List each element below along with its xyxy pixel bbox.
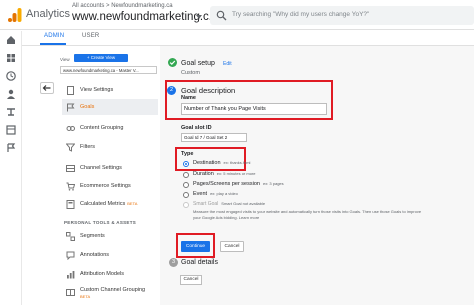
nav-label-filters: Filters [80,144,95,150]
radio-smart-goal [183,202,189,208]
nav-label-content-grouping: Content Grouping [80,125,124,131]
personal-tools-header: PERSONAL TOOLS & ASSETS [64,220,137,225]
view-selector[interactable]: www.newfoundmarketing.ca - Master V... [60,66,157,74]
nav-item-annotations[interactable] [62,247,158,263]
calculator-icon [66,200,75,209]
name-label: Name [181,95,196,101]
back-button[interactable] [40,82,54,94]
type-destination-label: Destination ex: thanks.html [193,160,251,166]
nav-label-attribution-models: Attribution Models [80,271,125,277]
nav-label-channel-settings: Channel Settings [80,165,122,171]
nav-label-custom-channel-grouping: Custom Channel Grouping [80,287,146,293]
page-icon [66,86,75,95]
search-icon [216,10,227,21]
clock-icon[interactable] [5,70,17,82]
smart-goal-label: Smart Goal Smart Goal not available [193,201,266,207]
account-breadcrumb[interactable]: All accounts > Newfoundmarketing.ca [72,3,173,9]
conversions-icon[interactable] [5,142,17,154]
beta-badge: BETA [127,201,138,206]
smart-goal-description-2: your Google Ads bidding. Learn more [193,215,260,220]
goal-setup-edit-link[interactable]: Edit [223,61,232,67]
goal-setup-title: Goal setup [181,60,215,67]
nav-label-segments: Segments [80,233,105,239]
smart-goal-description: Measure the most engaged visits to your … [193,209,422,214]
nav-label-view-settings: View Settings [80,87,114,93]
nav-label-calculated-metrics: Calculated Metrics BETA [80,201,138,207]
cart-icon [66,182,75,191]
step-number-badge: 3 [169,258,178,267]
search-placeholder: Try searching "Why did my users change Y… [232,11,370,18]
annotation-icon [66,251,75,260]
content-grouping-icon [66,124,75,133]
tab-user[interactable]: USER [82,33,99,39]
channel-group-icon [66,288,75,297]
radio-pages-per-session[interactable] [183,182,189,188]
flag-icon [66,103,75,112]
type-duration-label: Duration ex: 5 minutes or more [193,171,256,177]
acquisition-icon[interactable] [5,106,17,118]
nav-label-annotations: Annotations [80,252,110,258]
footer-cancel-button[interactable]: Cancel [180,275,202,285]
radio-destination[interactable] [183,161,189,167]
goal-name-input[interactable]: Number of Thank you Page Visits [181,103,327,115]
segments-icon [66,232,75,241]
type-pages-label: Pages/Screens per session ex: 3 pages [193,181,284,187]
chevron-down-icon[interactable] [196,15,202,19]
attribution-icon [66,270,75,279]
check-icon [168,58,177,67]
radio-event[interactable] [183,192,189,198]
nav-item-filters[interactable] [62,139,158,155]
nav-label-ecommerce-settings: Ecommerce Settings [80,183,131,189]
nav-item-goals[interactable] [62,99,158,115]
person-icon[interactable] [5,88,17,100]
radio-duration[interactable] [183,172,189,178]
goal-description-title: Goal description [181,86,236,95]
step-number-badge: 2 [167,86,176,95]
dashboard-icon[interactable] [5,52,17,64]
beta-badge: BETA [80,294,91,299]
channel-icon [66,164,75,173]
behavior-icon[interactable] [5,124,17,136]
home-icon[interactable] [5,34,17,46]
filter-icon [66,143,75,152]
goal-slot-select[interactable]: Goal Id 7 / Goal Set 2 [181,133,247,142]
type-event-label: Event ex: play a video [193,191,238,197]
create-view-button[interactable]: + Create View [74,54,128,62]
tab-admin[interactable]: ADMIN [44,33,64,39]
nav-label-goals: Goals [80,104,95,110]
type-label: Type [181,151,194,157]
nav-item-segments[interactable] [62,228,158,244]
analytics-logo-icon[interactable] [7,7,23,23]
goal-slot-label: Goal slot ID [181,125,212,131]
view-label: View [60,57,70,62]
goal-setup-summary: Custom [181,70,200,76]
continue-button[interactable]: Continue [181,241,210,252]
cancel-button[interactable]: Cancel [220,241,244,252]
goal-details-title[interactable]: Goal details [181,259,218,266]
app-name: Analytics [26,8,71,20]
